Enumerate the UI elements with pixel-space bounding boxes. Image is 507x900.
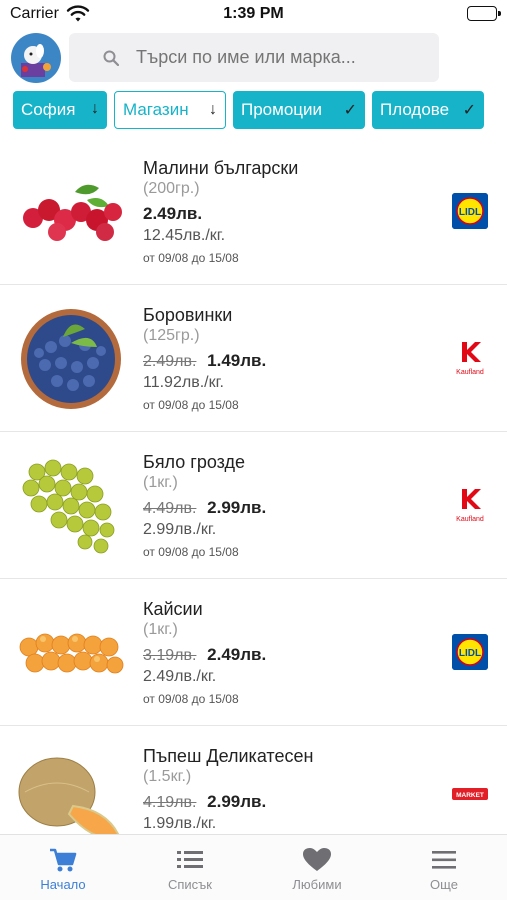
clock: 1:39 PM	[223, 5, 284, 22]
checkmark-icon: ✓	[462, 102, 476, 119]
arrow-down-icon: ↓	[209, 101, 217, 118]
kaufland-logo: Kaufland	[456, 489, 484, 523]
current-price: 2.99лв.	[207, 792, 267, 811]
tab-home-label: Начало	[40, 877, 86, 892]
tab-list[interactable]: Списък	[127, 835, 253, 900]
product-quantity: (200гр.)	[143, 180, 200, 197]
lidl-logo: LIDL	[452, 634, 488, 670]
filter-promotions-label: Промоции	[241, 100, 322, 119]
product-row[interactable]: Боровинки (125гр.) 2.49лв. 1.49лв. 11.92…	[0, 285, 507, 432]
tab-more[interactable]: Още	[381, 835, 507, 900]
raspberries-image	[23, 184, 122, 241]
promo-dates: от 09/08 до 15/08	[143, 692, 239, 706]
list-icon	[177, 851, 203, 868]
kaufland-text: Kaufland	[456, 369, 484, 376]
unit-price: 2.99лв./кг.	[143, 521, 217, 538]
filter-store-label: Магазин	[123, 100, 189, 119]
lidl-text: LIDL	[459, 207, 481, 218]
unit-price: 12.45лв./кг.	[143, 227, 226, 244]
apricots-image	[19, 633, 124, 674]
menu-icon	[432, 851, 456, 869]
product-row[interactable]: Пъпеш Деликатесен (1.5кг.) 4.19лв. 2.99л…	[0, 726, 507, 834]
search-icon	[103, 50, 119, 66]
price-row: 2.49лв. 1.49лв.	[143, 351, 266, 371]
cart-icon	[50, 848, 77, 872]
price-row: 3.19лв. 2.49лв.	[143, 645, 266, 665]
tab-favorites-label: Любими	[292, 877, 342, 892]
search-input[interactable]	[136, 47, 431, 68]
price-row: 2.49лв.	[143, 204, 202, 224]
arrow-down-icon: ↓	[91, 100, 99, 117]
filter-city[interactable]: София ↓	[13, 91, 107, 129]
filter-store[interactable]: Магазин ↓	[114, 91, 226, 129]
tab-more-label: Още	[430, 877, 458, 892]
lidl-text: LIDL	[459, 648, 481, 659]
old-price: 2.49лв.	[143, 353, 197, 370]
heart-icon	[303, 848, 331, 871]
kaufland-logo: Kaufland	[456, 342, 484, 376]
product-name: Кайсии	[143, 599, 203, 619]
promo-dates: от 09/08 до 15/08	[143, 251, 239, 265]
product-row[interactable]: Бяло грозде (1кг.) 4.49лв. 2.99лв. 2.99л…	[0, 432, 507, 579]
old-price: 4.49лв.	[143, 500, 197, 517]
tab-favorites[interactable]: Любими	[254, 835, 380, 900]
current-price: 2.99лв.	[207, 498, 267, 517]
current-price: 2.49лв.	[207, 645, 267, 664]
current-price: 2.49лв.	[143, 204, 203, 223]
battery-icon	[467, 6, 501, 21]
tab-list-label: Списък	[167, 877, 212, 892]
price-row: 4.19лв. 2.99лв.	[143, 792, 266, 812]
filter-bar: София ↓ Магазин ↓ Промоции ✓ Плодове ✓	[0, 91, 507, 131]
product-quantity: (1.5кг.)	[143, 768, 192, 785]
lidl-logo: LIDL	[452, 193, 488, 229]
product-name: Малини български	[143, 158, 299, 178]
blueberries-image	[21, 309, 121, 409]
filter-fruits-label: Плодове	[380, 100, 450, 119]
old-price: 3.19лв.	[143, 647, 197, 664]
tab-home[interactable]: Начало	[0, 835, 126, 900]
checkmark-icon: ✓	[343, 102, 357, 119]
product-name: Пъпеш Деликатесен	[143, 746, 314, 766]
mascot-icon	[21, 44, 51, 77]
search-bar[interactable]	[69, 33, 439, 82]
filter-fruits[interactable]: Плодове ✓	[372, 91, 484, 129]
unit-price: 11.92лв./кг.	[143, 374, 224, 391]
market-logo: MARKET	[452, 788, 488, 800]
unit-price: 1.99лв./кг.	[143, 815, 217, 832]
promo-dates: от 09/08 до 15/08	[143, 545, 239, 559]
price-row: 4.49лв. 2.99лв.	[143, 498, 266, 518]
product-quantity: (125гр.)	[143, 327, 200, 344]
product-quantity: (1кг.)	[143, 621, 178, 638]
kaufland-text: Kaufland	[456, 516, 484, 523]
current-price: 1.49лв.	[207, 351, 267, 370]
product-name: Боровинки	[143, 305, 233, 325]
product-row[interactable]: Малини български (200гр.) 2.49лв. 12.45л…	[0, 138, 507, 285]
product-name: Бяло грозде	[143, 452, 246, 472]
product-list: Малини български (200гр.) 2.49лв. 12.45л…	[0, 138, 507, 834]
status-bar: Carrier 1:39 PM	[0, 0, 507, 30]
filter-city-label: София	[21, 100, 76, 119]
market-text: MARKET	[456, 792, 484, 799]
app-screen: Carrier 1:39 PM София ↓	[0, 0, 507, 900]
grapes-image	[22, 459, 115, 554]
tab-bar: Начало Списък Любими Още	[0, 834, 507, 900]
product-quantity: (1кг.)	[143, 474, 178, 491]
melon-image	[18, 757, 120, 834]
avatar[interactable]	[11, 33, 61, 83]
filter-promotions[interactable]: Промоции ✓	[233, 91, 365, 129]
old-price: 4.19лв.	[143, 794, 197, 811]
unit-price: 2.49лв./кг.	[143, 668, 217, 685]
product-row[interactable]: Кайсии (1кг.) 3.19лв. 2.49лв. 2.49лв./кг…	[0, 579, 507, 726]
promo-dates: от 09/08 до 15/08	[143, 398, 239, 412]
